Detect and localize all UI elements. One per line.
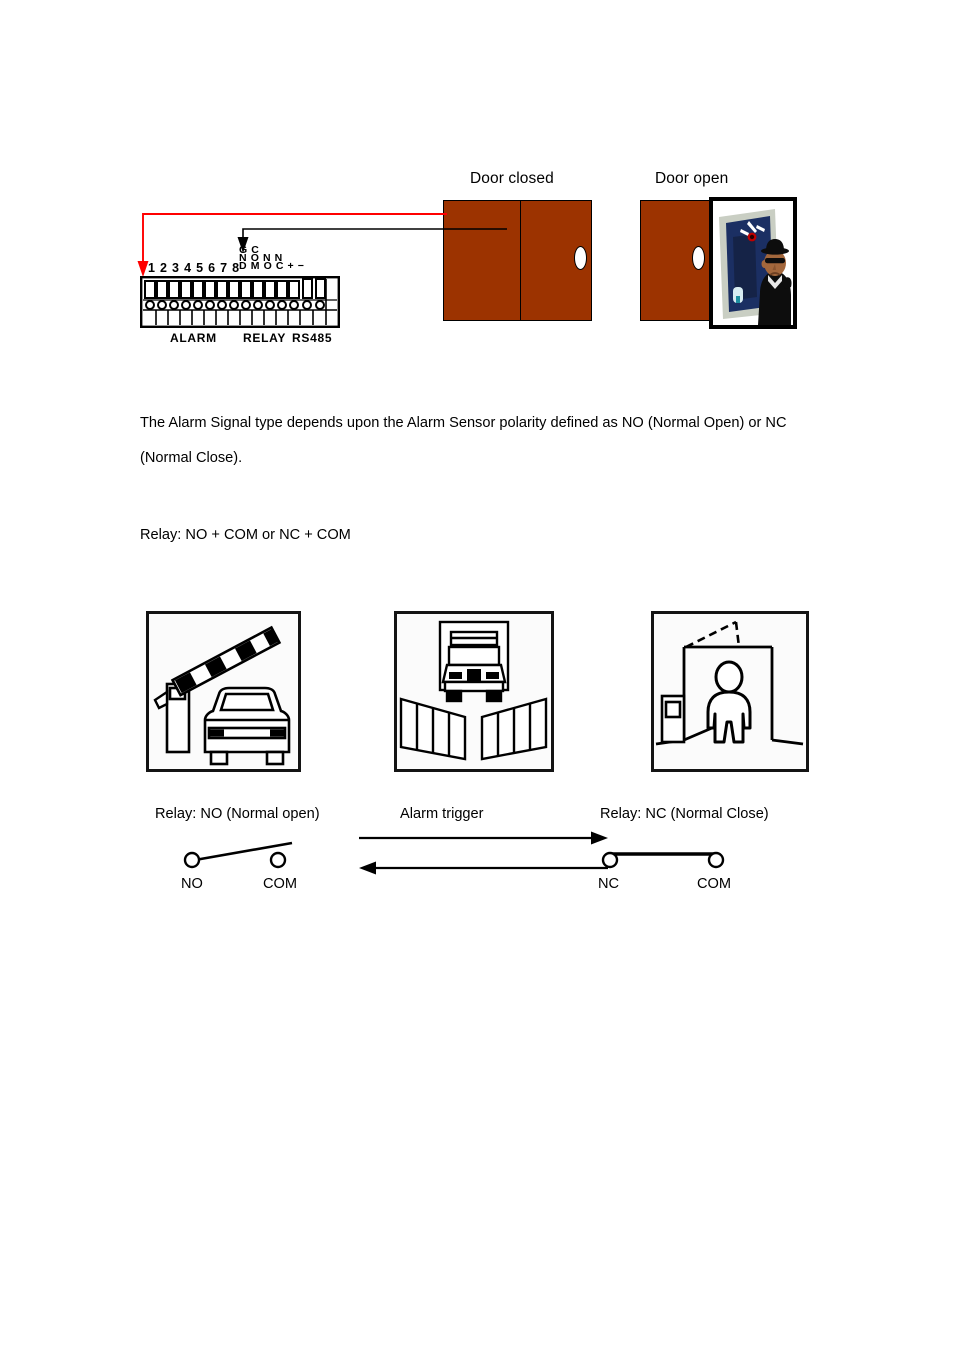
swing-gate-truck-svg — [397, 614, 550, 768]
terminal-group-rs485: RS485 — [292, 331, 333, 345]
alarm-trigger-caption: Alarm trigger — [400, 806, 484, 822]
relay-nc-terminal-a-label: NC — [598, 876, 620, 892]
illustration-door-access-person — [651, 611, 809, 772]
barrier-gate-car-svg — [149, 614, 297, 768]
relay-nc-switch-symbol — [601, 851, 725, 869]
relay-no-caption: Relay: NO (Normal open) — [155, 806, 320, 822]
terminal-group-relay: RELAY — [243, 331, 287, 345]
alarm-trigger-arrows — [359, 831, 608, 875]
document-page: Door closed Door open 1 2 3 4 5 6 7 8 G … — [0, 0, 954, 1350]
arrow-right — [359, 831, 608, 845]
terminal-group-alarm: ALARM — [170, 331, 217, 345]
door-closed-handle — [574, 246, 587, 270]
illustration-barrier-gate-car — [146, 611, 301, 772]
door-closed-caption: Door closed — [470, 170, 554, 187]
terminal-pin-numbers: 1 2 3 4 5 6 7 8 — [148, 261, 240, 275]
door-open-handle — [692, 246, 705, 270]
paragraph-alarm-signal-type: The Alarm Signal type depends upon the A… — [140, 415, 787, 466]
door-closed-left-panel — [443, 200, 521, 321]
relay-no-terminal-a-label: NO — [181, 876, 203, 892]
door-access-person-svg — [654, 614, 805, 768]
relay-no-terminal-b-label: COM — [263, 876, 298, 892]
terminal-signal-stack-row3: D M O C + − — [239, 260, 305, 272]
illustration-swing-gate-truck — [394, 611, 554, 772]
burglar-clipart — [709, 197, 797, 329]
relay-nc-caption: Relay: NC (Normal Close) — [600, 806, 769, 822]
burglar-clipart-svg — [713, 201, 793, 325]
arrow-left — [359, 861, 608, 875]
relay-no-switch-symbol — [183, 841, 293, 869]
terminal-block-connector — [140, 276, 340, 328]
relay-nc-terminal-b-label: COM — [697, 876, 732, 892]
door-open-caption: Door open — [655, 170, 729, 187]
paragraph-relay-combinations: Relay: NO + COM or NC + COM — [140, 527, 351, 543]
